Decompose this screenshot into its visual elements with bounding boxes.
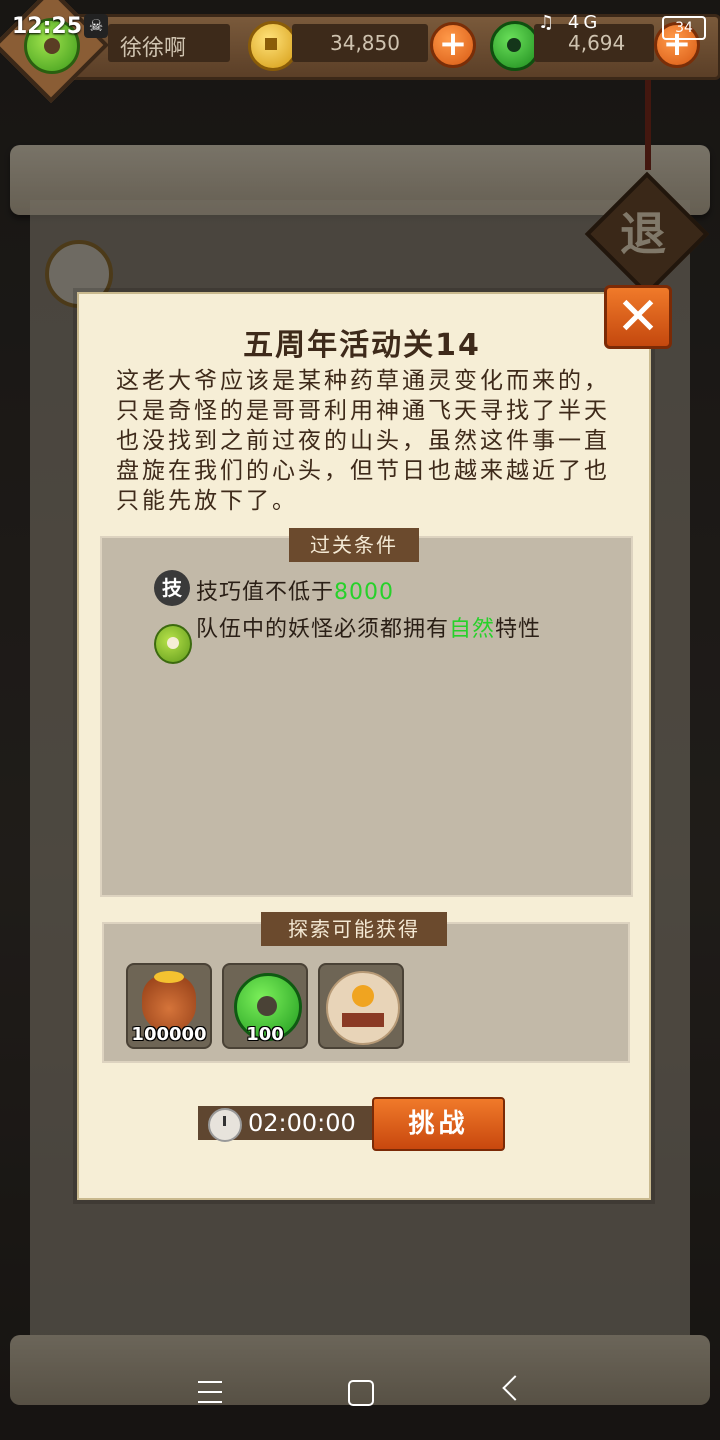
stopwatch-icon bbox=[208, 1108, 242, 1142]
system-status-icons: ♫ 4G bbox=[538, 12, 601, 33]
notification-icon: ☠ bbox=[84, 14, 108, 38]
gold-amount: 34,850 bbox=[330, 31, 400, 55]
skill-icon: 技 bbox=[154, 570, 190, 606]
reward-item[interactable] bbox=[318, 963, 404, 1049]
challenge-button[interactable]: 挑战 bbox=[372, 1097, 505, 1151]
condition-item: 队伍中的妖怪必须都拥有自然特性 bbox=[196, 616, 546, 644]
condition-suffix: 特性 bbox=[495, 617, 542, 642]
network-label: 4G bbox=[567, 12, 602, 33]
jade-currency-icon bbox=[490, 21, 540, 71]
player-name: 徐徐啊 bbox=[120, 36, 187, 61]
gold-bag-icon bbox=[142, 971, 196, 1031]
stage-description: 这老大爷应该是某种药草通灵变化而来的，只是奇怪的是哥哥利用神通飞天寻找了半天也没… bbox=[116, 368, 610, 514]
reward-item[interactable]: 100 bbox=[222, 963, 308, 1049]
headphone-icon: ♫ bbox=[538, 12, 559, 33]
reward-amount: 100 bbox=[246, 1024, 284, 1045]
condition-value: 8000 bbox=[334, 580, 395, 605]
treasure-orb-icon bbox=[326, 971, 400, 1045]
battery-icon: 34 bbox=[662, 16, 706, 40]
jade-amount: 4,694 bbox=[568, 31, 626, 55]
stage-title: 五周年活动关14 bbox=[243, 328, 481, 363]
gold-coin-icon bbox=[248, 21, 298, 71]
add-gold-button[interactable]: + bbox=[430, 22, 476, 68]
menu-icon[interactable] bbox=[198, 1381, 222, 1403]
condition-value: 自然 bbox=[449, 617, 496, 642]
timer-value: 02:00:00 bbox=[248, 1109, 356, 1137]
home-icon[interactable] bbox=[348, 1380, 374, 1406]
condition-text: 队伍中的妖怪必须都拥有 bbox=[196, 617, 450, 642]
condition-item: 技巧值不低于8000 bbox=[196, 574, 394, 606]
conditions-label: 过关条件 bbox=[289, 528, 419, 562]
reward-amount: 100000 bbox=[131, 1024, 207, 1045]
status-time: 12:25 bbox=[12, 14, 83, 39]
rewards-label: 探索可能获得 bbox=[261, 912, 447, 946]
condition-text: 技巧值不低于 bbox=[196, 580, 335, 605]
nature-icon bbox=[154, 624, 192, 664]
reward-item[interactable]: 100000 bbox=[126, 963, 212, 1049]
